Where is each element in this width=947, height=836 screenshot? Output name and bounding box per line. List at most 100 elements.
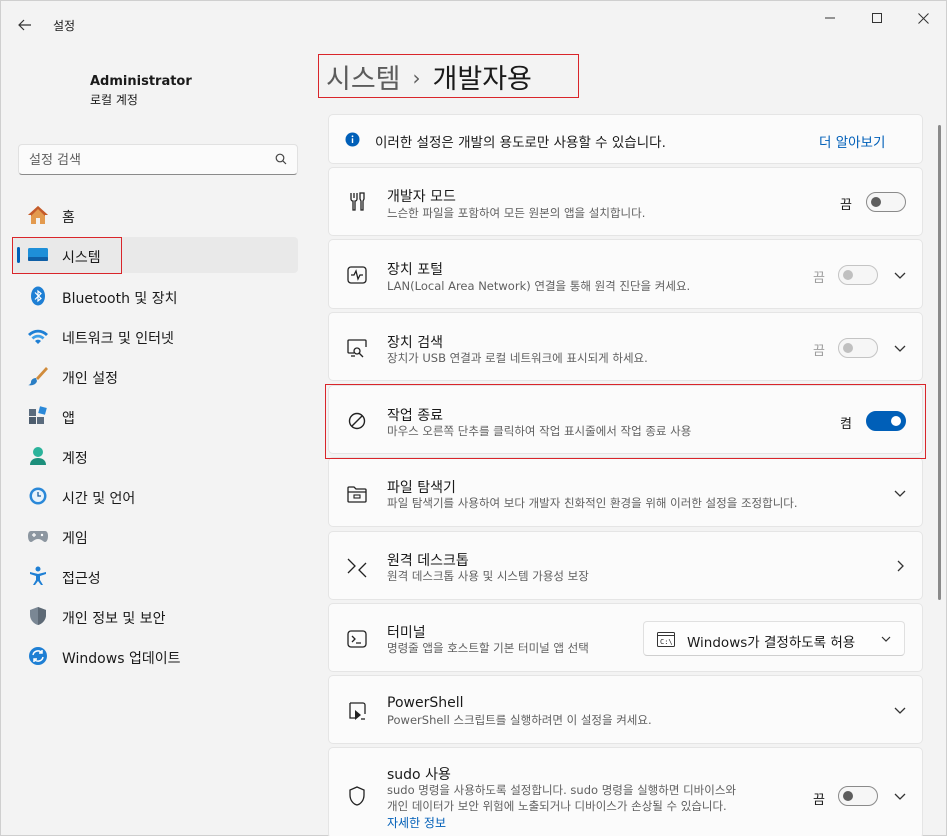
setting-title: 작업 종료 (387, 408, 443, 424)
chevron-down-icon[interactable] (892, 267, 908, 283)
setting-title: sudo 사용 (387, 767, 451, 783)
default-terminal-dropdown[interactable]: C:\ Windows가 결정하도록 허용 (643, 621, 905, 656)
profile-account-type: 로컬 계정 (90, 93, 138, 107)
sidebar-item-label: 시간 및 언어 (62, 491, 136, 507)
maximize-icon (872, 13, 882, 23)
maximize-button[interactable] (854, 1, 900, 35)
info-text: 이러한 설정은 개발의 용도로만 사용할 수 있습니다. (375, 135, 666, 151)
chevron-down-icon[interactable] (892, 485, 908, 501)
setting-title: 원격 데스크톱 (387, 553, 469, 569)
back-button[interactable] (11, 11, 39, 39)
chevron-right-icon[interactable] (892, 558, 908, 574)
time-language-icon (29, 487, 47, 505)
sidebar-item-label: 시스템 (62, 250, 101, 266)
device-portal-toggle[interactable] (838, 265, 878, 285)
chevron-down-icon[interactable] (892, 788, 908, 804)
search-input[interactable] (29, 150, 259, 170)
setting-description: 원격 데스크톱 사용 및 시스템 가용성 보장 (387, 569, 589, 583)
sidebar-item-gaming[interactable]: 게임 (13, 518, 298, 554)
active-indicator (17, 247, 20, 263)
sidebar-item-network[interactable]: 네트워크 및 인터넷 (13, 318, 298, 354)
end-task-toggle[interactable] (866, 411, 906, 431)
setting-description: 파일 탐색기를 사용하여 보다 개발자 친화적인 환경을 위해 이러한 설정을 … (387, 496, 798, 510)
update-icon (29, 647, 47, 665)
terminal-icon (347, 630, 367, 648)
setting-sudo: sudo 사용 sudo 명령을 사용하도록 설정합니다. sudo 명령을 실… (328, 747, 923, 836)
title-bar: 설정 (1, 1, 946, 45)
sidebar-item-label: Bluetooth 및 장치 (62, 291, 178, 307)
setting-title: 파일 탐색기 (387, 480, 456, 496)
setting-description: 명령줄 앱을 호스트할 기본 터미널 앱 선택 (387, 641, 589, 655)
toggle-state-label: 켬 (840, 417, 852, 432)
apps-icon (29, 406, 47, 424)
close-button[interactable] (900, 1, 946, 35)
sidebar-item-privacy-security[interactable]: 개인 정보 및 보안 (13, 598, 298, 634)
device-portal-icon (347, 266, 367, 284)
setting-title: 장치 검색 (387, 335, 443, 351)
sudo-toggle[interactable] (838, 786, 878, 806)
profile-name: Administrator (90, 74, 192, 89)
search-icon (275, 153, 287, 165)
app-title: 설정 (53, 19, 76, 33)
search-box[interactable] (18, 144, 298, 175)
sidebar-item-system[interactable]: 시스템 (13, 237, 298, 273)
setting-description: 마우스 오른쪽 단추를 클릭하여 작업 표시줄에서 작업 종료 사용 (387, 424, 692, 438)
setting-title: 장치 포털 (387, 262, 443, 278)
breadcrumb-separator: › (412, 66, 421, 90)
setting-description-line1: sudo 명령을 사용하도록 설정합니다. sudo 명령을 실행하면 디바이스… (387, 783, 736, 797)
sidebar-item-label: 개인 정보 및 보안 (62, 611, 166, 627)
bluetooth-icon (31, 286, 45, 306)
minimize-button[interactable] (807, 1, 853, 35)
device-discovery-toggle[interactable] (838, 338, 878, 358)
chevron-down-icon[interactable] (892, 340, 908, 356)
sidebar-item-windows-update[interactable]: Windows 업데이트 (13, 638, 298, 674)
end-task-icon (348, 412, 366, 430)
sidebar-item-label: 홈 (62, 210, 75, 226)
accessibility-icon (30, 566, 46, 585)
sidebar-item-label: 게임 (62, 531, 88, 547)
chevron-down-icon[interactable] (892, 702, 908, 718)
minimize-icon (825, 17, 835, 19)
sidebar-item-accessibility[interactable]: 접근성 (13, 558, 298, 594)
page-title: 개발자용 (432, 64, 532, 95)
powershell-icon (349, 702, 366, 720)
dropdown-selected-value: Windows가 결정하도록 허용 (687, 635, 856, 651)
brush-icon (28, 367, 48, 386)
breadcrumb-parent[interactable]: 시스템 (326, 64, 401, 95)
svg-text:C:\: C:\ (660, 638, 673, 646)
sudo-more-info-link[interactable]: 자세한 정보 (387, 814, 446, 831)
info-icon (345, 132, 360, 147)
sidebar-item-home[interactable]: 홈 (13, 197, 298, 233)
toggle-state-label: 끔 (813, 271, 825, 286)
setting-description: PowerShell 스크립트를 실행하려면 이 설정을 켜세요. (387, 713, 652, 727)
wifi-icon (28, 329, 48, 344)
sidebar-item-label: 개인 설정 (62, 371, 118, 387)
setting-device-discovery[interactable]: 장치 검색 장치가 USB 연결과 로컬 네트워크에 표시되게 하세요. 끔 (328, 312, 923, 381)
sidebar-item-personalization[interactable]: 개인 설정 (13, 358, 298, 394)
gamepad-icon (28, 531, 48, 542)
device-discovery-icon (347, 339, 367, 358)
setting-remote-desktop[interactable]: 원격 데스크톱 원격 데스크톱 사용 및 시스템 가용성 보장 (328, 531, 923, 600)
developer-mode-toggle[interactable] (866, 192, 906, 212)
sidebar-item-time-language[interactable]: 시간 및 언어 (13, 478, 298, 514)
shield-icon (30, 607, 46, 625)
toggle-state-label: 끔 (840, 198, 852, 213)
scrollbar-thumb[interactable] (938, 125, 941, 600)
close-icon (917, 12, 929, 24)
sidebar-item-label: 계정 (62, 451, 88, 467)
setting-end-task: 작업 종료 마우스 오른쪽 단추를 클릭하여 작업 표시줄에서 작업 종료 사용… (328, 385, 923, 454)
sidebar-item-label: 네트워크 및 인터넷 (62, 331, 174, 347)
setting-developer-mode: 개발자 모드 느슨한 파일을 포함하여 모든 원본의 앱을 설치합니다. 끔 (328, 167, 923, 236)
setting-title: 터미널 (387, 625, 426, 641)
sidebar-item-accounts[interactable]: 계정 (13, 438, 298, 474)
setting-file-explorer[interactable]: 파일 탐색기 파일 탐색기를 사용하여 보다 개발자 친화적인 환경을 위해 이… (328, 457, 923, 527)
learn-more-link[interactable]: 더 알아보기 (819, 131, 885, 151)
account-icon (30, 447, 46, 465)
back-arrow-icon (18, 19, 31, 31)
sidebar-item-bluetooth[interactable]: Bluetooth 및 장치 (13, 278, 298, 314)
toggle-state-label: 끔 (813, 344, 825, 359)
setting-powershell[interactable]: PowerShell PowerShell 스크립트를 실행하려면 이 설정을 … (328, 675, 923, 744)
sidebar-item-apps[interactable]: 앱 (13, 398, 298, 434)
setting-device-portal[interactable]: 장치 포털 LAN(Local Area Network) 연결을 통해 원격 … (328, 239, 923, 309)
toggle-state-label: 끔 (813, 793, 825, 808)
